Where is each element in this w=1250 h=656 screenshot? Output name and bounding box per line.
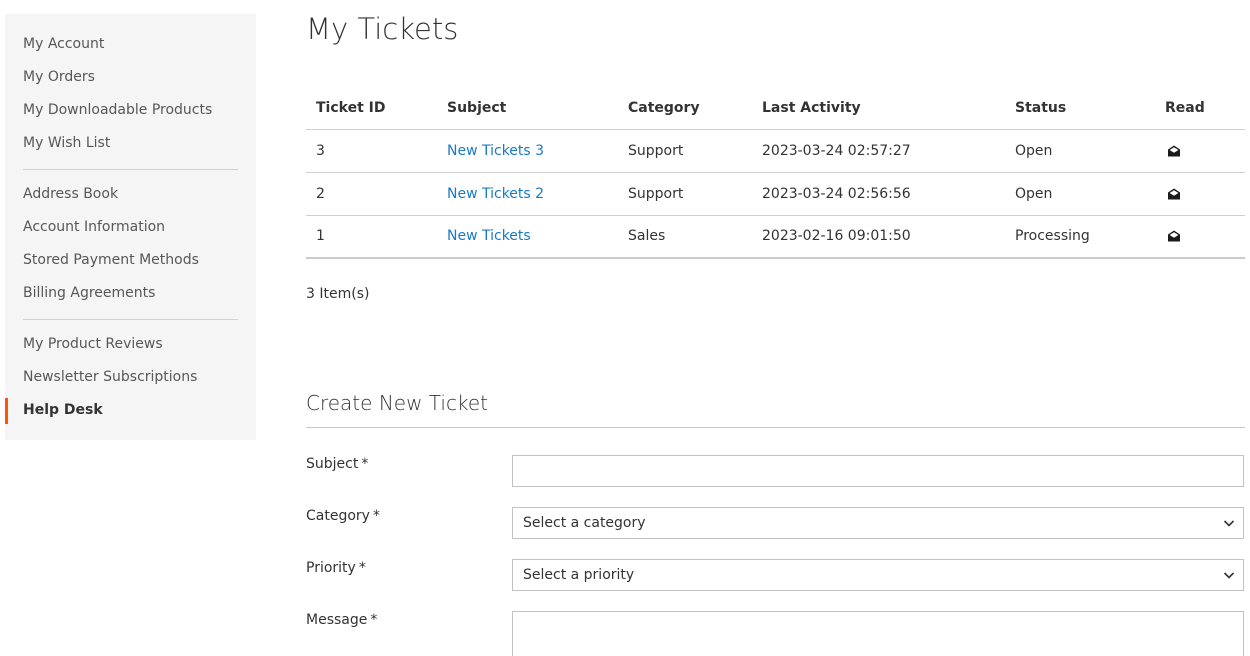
- chevron-down-icon: [1223, 520, 1235, 527]
- sidebar-item-help-desk[interactable]: Help Desk: [5, 395, 256, 428]
- sidebar-item-address-book[interactable]: Address Book: [5, 179, 256, 212]
- ticket-category: Sales: [618, 215, 752, 259]
- table-row: 1 New Tickets Sales 2023-02-16 09:01:50 …: [306, 215, 1245, 259]
- ticket-last-activity: 2023-02-16 09:01:50: [752, 215, 1005, 259]
- items-count: 3 Item(s): [306, 286, 370, 302]
- sidebar-item-my-account[interactable]: My Account: [5, 29, 256, 62]
- sidebar-item-my-product-reviews[interactable]: My Product Reviews: [5, 329, 256, 362]
- column-header-last-activity: Last Activity: [752, 87, 1005, 130]
- tickets-table: Ticket ID Subject Category Last Activity…: [306, 87, 1245, 259]
- table-header-row: Ticket ID Subject Category Last Activity…: [306, 87, 1245, 130]
- envelope-open-icon: [1167, 229, 1181, 243]
- sidebar-item-billing-agreements[interactable]: Billing Agreements: [5, 278, 256, 311]
- required-mark: *: [361, 456, 369, 472]
- column-header-category: Category: [618, 87, 752, 130]
- ticket-status: Processing: [1005, 215, 1155, 259]
- category-label: Category *: [306, 508, 380, 524]
- required-mark: *: [372, 508, 380, 524]
- table-row: 2 New Tickets 2 Support 2023-03-24 02:56…: [306, 172, 1245, 216]
- subject-label-text: Subject: [306, 456, 359, 472]
- ticket-last-activity: 2023-03-24 02:57:27: [752, 129, 1005, 173]
- ticket-subject-link[interactable]: New Tickets 3: [447, 143, 544, 159]
- ticket-category: Support: [618, 172, 752, 216]
- column-header-subject: Subject: [437, 87, 618, 130]
- subject-input[interactable]: [512, 455, 1244, 487]
- ticket-status: Open: [1005, 129, 1155, 173]
- ticket-id: 3: [306, 129, 437, 173]
- subject-label: Subject *: [306, 456, 368, 472]
- ticket-id: 1: [306, 215, 437, 259]
- sidebar-item-stored-payment-methods[interactable]: Stored Payment Methods: [5, 245, 256, 278]
- ticket-last-activity: 2023-03-24 02:56:56: [752, 172, 1005, 216]
- page-title: My Tickets: [306, 12, 459, 46]
- column-header-ticket-id: Ticket ID: [306, 87, 437, 130]
- sidebar-item-my-downloadable-products[interactable]: My Downloadable Products: [5, 95, 256, 128]
- ticket-id: 2: [306, 172, 437, 216]
- column-header-read: Read: [1155, 87, 1245, 130]
- message-label-text: Message: [306, 612, 368, 628]
- envelope-open-icon: [1167, 187, 1181, 201]
- priority-label: Priority *: [306, 560, 366, 576]
- sidebar-divider: [23, 319, 238, 320]
- sidebar-item-my-orders[interactable]: My Orders: [5, 62, 256, 95]
- required-mark: *: [358, 560, 366, 576]
- sidebar-divider: [23, 169, 238, 170]
- ticket-subject-link[interactable]: New Tickets: [447, 228, 531, 244]
- chevron-down-icon: [1223, 572, 1235, 579]
- priority-label-text: Priority: [306, 560, 356, 576]
- sidebar-item-account-information[interactable]: Account Information: [5, 212, 256, 245]
- column-header-status: Status: [1005, 87, 1155, 130]
- category-select-value: Select a category: [523, 515, 646, 531]
- ticket-category: Support: [618, 129, 752, 173]
- create-ticket-title: Create New Ticket: [306, 391, 1245, 428]
- table-row: 3 New Tickets 3 Support 2023-03-24 02:57…: [306, 129, 1245, 173]
- sidebar-item-newsletter-subscriptions[interactable]: Newsletter Subscriptions: [5, 362, 256, 395]
- sidebar-item-my-wish-list[interactable]: My Wish List: [5, 128, 256, 161]
- priority-select[interactable]: Select a priority: [512, 559, 1244, 591]
- message-textarea[interactable]: [512, 611, 1244, 656]
- category-label-text: Category: [306, 508, 370, 524]
- envelope-open-icon: [1167, 144, 1181, 158]
- ticket-subject-link[interactable]: New Tickets 2: [447, 186, 544, 202]
- priority-select-value: Select a priority: [523, 567, 635, 583]
- message-label: Message *: [306, 612, 377, 628]
- account-sidebar: My Account My Orders My Downloadable Pro…: [5, 14, 256, 440]
- category-select[interactable]: Select a category: [512, 507, 1244, 539]
- required-mark: *: [370, 612, 378, 628]
- ticket-status: Open: [1005, 172, 1155, 216]
